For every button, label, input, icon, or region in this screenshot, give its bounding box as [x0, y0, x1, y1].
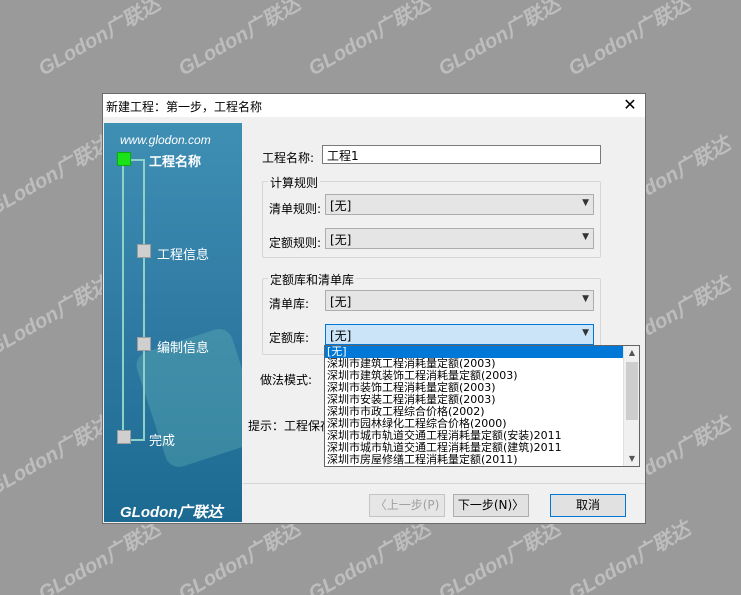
button-separator	[243, 483, 645, 484]
dropdown-scrollbar[interactable]: ▲ ▼	[623, 346, 639, 466]
list-rule-value: [无]	[330, 199, 352, 213]
website-url: www.glodon.com	[120, 133, 211, 147]
project-name-label: 工程名称:	[262, 151, 315, 165]
step-line	[130, 159, 144, 161]
scroll-up-icon[interactable]: ▲	[624, 346, 639, 360]
step-line	[122, 159, 124, 439]
step-marker-finish	[117, 430, 131, 444]
watermark: GLodon广联达	[0, 412, 115, 501]
list-rule-select[interactable]: [无] ▼	[325, 194, 594, 215]
step-label-project-name: 工程名称	[149, 155, 202, 170]
watermark: GLodon广联达	[174, 517, 305, 595]
watermark: GLodon广联达	[564, 517, 695, 595]
dialog-title: 新建工程：第一步，工程名称	[106, 100, 263, 114]
quota-lib-dropdown-list[interactable]: [无] 深圳市建筑工程消耗量定额(2003) 深圳市建筑装饰工程消耗量定额(2003…	[324, 345, 640, 467]
quota-rule-value: [无]	[330, 233, 352, 247]
next-button[interactable]: 下一步(N)〉	[453, 494, 529, 517]
scroll-down-icon[interactable]: ▼	[624, 452, 639, 466]
chevron-down-icon: ▼	[582, 232, 589, 242]
project-name-input[interactable]: 工程1	[322, 145, 601, 164]
watermark: GLodon广联达	[434, 517, 565, 595]
watermark: GLodon广联达	[304, 517, 435, 595]
wizard-sidebar: www.glodon.com 工程名称 工程信息 编制信息 完成 GLodon广…	[104, 123, 242, 522]
step-label-project-info: 工程信息	[157, 248, 210, 263]
calc-rules-legend: 计算规则	[268, 174, 321, 191]
list-lib-value: [无]	[330, 295, 352, 309]
libraries-legend: 定额库和清单库	[268, 271, 357, 288]
dropdown-option[interactable]: 深圳市房屋修缮工程消耗量定额(2011)	[325, 454, 639, 466]
watermark: GLodon广联达	[304, 0, 435, 81]
quota-lib-value: [无]	[330, 329, 352, 343]
method-mode-label: 做法模式:	[260, 373, 313, 387]
step-marker-project-info	[137, 244, 151, 258]
watermark: GLodon广联达	[174, 0, 305, 81]
dropdown-items: [无] 深圳市建筑工程消耗量定额(2003) 深圳市建筑装饰工程消耗量定额(2003…	[325, 346, 639, 466]
watermark: GLodon广联达	[34, 0, 165, 81]
close-icon[interactable]: ✕	[621, 96, 639, 114]
prev-button[interactable]: 〈上一步(P)	[369, 494, 445, 517]
glodon-logo: GLodon广联达	[120, 504, 223, 521]
cancel-button[interactable]: 取消	[550, 494, 626, 517]
watermark: GLodon广联达	[434, 0, 565, 81]
watermark: GLodon广联达	[564, 0, 695, 81]
step-line	[143, 159, 145, 439]
chevron-down-icon: ▼	[582, 198, 589, 208]
chevron-down-icon: ▼	[582, 328, 589, 338]
hint-text: 提示：工程保存	[248, 419, 333, 433]
chevron-down-icon: ▼	[582, 294, 589, 304]
step-label-finish: 完成	[149, 434, 176, 449]
quota-rule-label: 定额规则:	[269, 236, 322, 250]
list-lib-select[interactable]: [无] ▼	[325, 290, 594, 311]
list-lib-label: 清单库:	[269, 297, 310, 311]
watermark: GLodon广联达	[0, 132, 115, 221]
title-bar[interactable]: 新建工程：第一步，工程名称 ✕	[103, 94, 645, 117]
quota-lib-label: 定额库:	[269, 331, 310, 345]
quota-rule-select[interactable]: [无] ▼	[325, 228, 594, 249]
watermark: GLodon广联达	[0, 272, 115, 361]
new-project-dialog: 新建工程：第一步，工程名称 ✕ www.glodon.com 工程名称 工程信息…	[102, 93, 646, 524]
list-rule-label: 清单规则:	[269, 202, 322, 216]
scroll-thumb[interactable]	[626, 362, 638, 420]
quota-lib-select[interactable]: [无] ▼	[325, 324, 594, 345]
step-label-compile-info: 编制信息	[157, 341, 210, 356]
watermark: GLodon广联达	[34, 517, 165, 595]
step-marker-compile-info	[137, 337, 151, 351]
step-marker-project-name	[117, 152, 131, 166]
